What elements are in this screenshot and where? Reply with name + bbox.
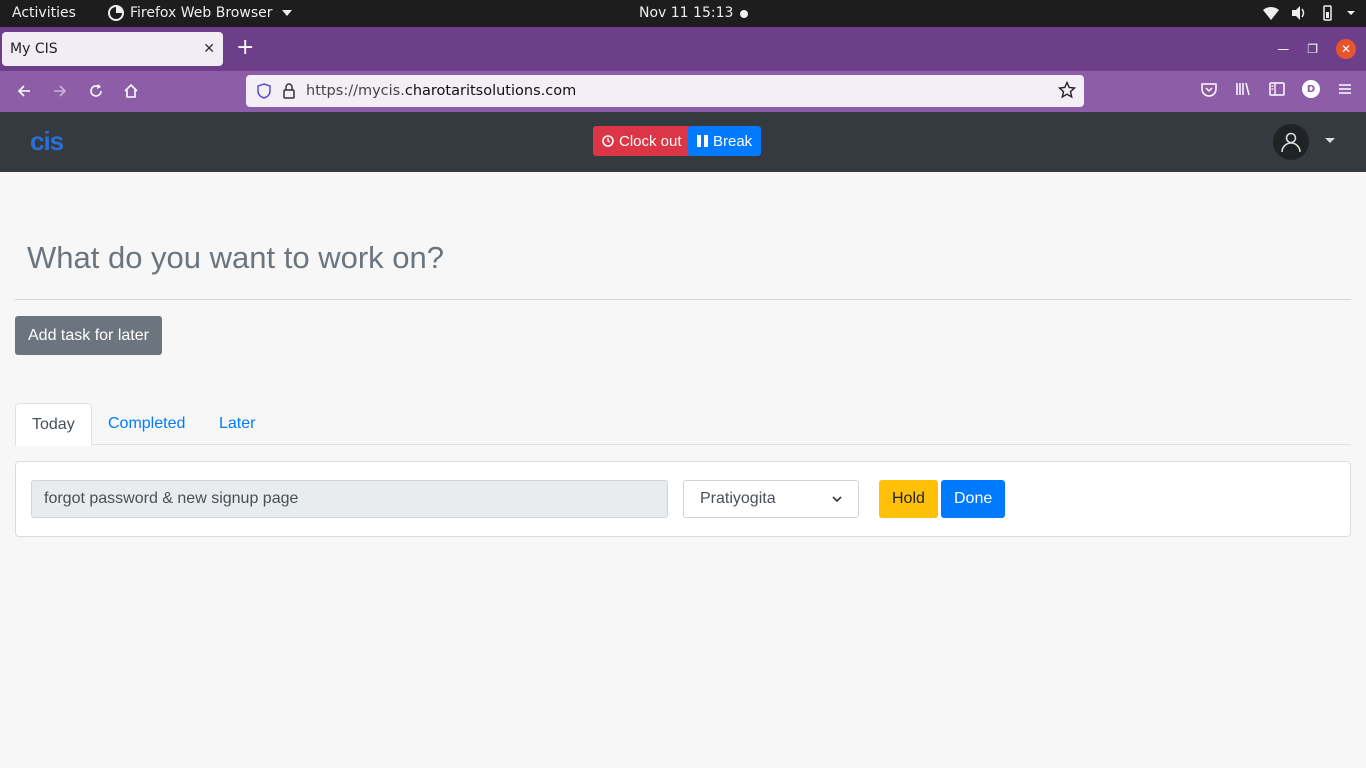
sidebar-icon[interactable] (1268, 80, 1286, 98)
project-select-value: Pratiyogita (700, 490, 776, 507)
done-button[interactable]: Done (941, 480, 1006, 518)
user-avatar[interactable] (1273, 124, 1309, 160)
browser-tab-strip: My CIS ✕ + — ❐ ✕ (0, 27, 1366, 71)
add-task-for-later-button[interactable]: Add task for later (15, 316, 162, 355)
close-tab-icon[interactable]: ✕ (203, 41, 215, 57)
pocket-icon[interactable] (1200, 80, 1218, 98)
minimize-icon[interactable]: — (1277, 42, 1289, 56)
cis-logo[interactable]: cis (30, 126, 64, 157)
maximize-icon[interactable]: ❐ (1307, 42, 1318, 56)
chevron-down-icon (281, 10, 292, 16)
pause-icon (697, 135, 708, 147)
task-description-input[interactable] (31, 480, 668, 518)
lock-icon[interactable] (282, 83, 296, 99)
break-label: Break (713, 132, 753, 150)
toolbar-right: D (1200, 80, 1354, 98)
notification-dot-icon (740, 10, 748, 18)
power-menu-chevron-icon (1347, 11, 1355, 15)
activities-button[interactable]: Activities (12, 5, 76, 21)
tab-today[interactable]: Today (15, 403, 92, 446)
chevron-down-icon (832, 496, 842, 503)
hold-button[interactable]: Hold (879, 480, 938, 518)
hamburger-menu-icon[interactable] (1336, 80, 1354, 98)
task-tabs: Today Completed Later (15, 403, 1351, 446)
url-text: https://mycis.charotaritsolutions.com (306, 83, 576, 99)
back-arrow-icon[interactable] (12, 79, 36, 103)
shield-icon[interactable] (256, 83, 272, 99)
system-clock[interactable]: Nov 11 15:13 (639, 5, 733, 21)
heading-divider (15, 299, 1351, 300)
task-card: Pratiyogita Hold Done (15, 461, 1351, 537)
app-header: cis Clock out Break (0, 112, 1366, 172)
url-prefix: https://mycis. (306, 83, 405, 99)
user-icon (1281, 132, 1301, 153)
system-tray[interactable] (1262, 4, 1356, 22)
browser-tab-title: My CIS (10, 41, 58, 57)
clock-icon (602, 135, 614, 147)
user-menu-chevron-down-icon[interactable] (1325, 138, 1335, 143)
break-button[interactable]: Break (688, 126, 762, 156)
url-host: charotaritsolutions.com (404, 83, 577, 99)
battery-icon (1323, 5, 1332, 21)
firefox-icon (108, 5, 124, 21)
firefox-account-avatar[interactable]: D (1302, 80, 1320, 98)
tab-completed[interactable]: Completed (92, 403, 201, 445)
browser-nav-bar: https://mycis.charotaritsolutions.com D (0, 71, 1366, 112)
home-icon[interactable] (119, 79, 143, 103)
forward-arrow-icon[interactable] (48, 79, 72, 103)
system-top-bar: Activities Firefox Web Browser Nov 11 15… (0, 0, 1366, 27)
page-heading: What do you want to work on? (27, 240, 445, 275)
browser-tab-my-cis[interactable]: My CIS ✕ (2, 32, 223, 66)
tab-later[interactable]: Later (203, 403, 271, 445)
close-window-icon[interactable]: ✕ (1336, 39, 1356, 59)
library-icon[interactable] (1234, 80, 1252, 98)
project-select[interactable]: Pratiyogita (683, 480, 859, 518)
window-controls: — ❐ ✕ (1277, 39, 1356, 59)
reload-icon[interactable] (84, 79, 108, 103)
volume-icon (1292, 6, 1305, 20)
clock-out-button[interactable]: Clock out (593, 126, 691, 156)
bookmark-star-icon[interactable] (1058, 81, 1076, 99)
wifi-icon (1263, 6, 1279, 20)
app-menu[interactable]: Firefox Web Browser (108, 5, 292, 21)
new-tab-button[interactable]: + (236, 37, 254, 59)
clock-out-label: Clock out (619, 132, 682, 150)
url-bar[interactable]: https://mycis.charotaritsolutions.com (246, 75, 1084, 107)
app-menu-label: Firefox Web Browser (130, 5, 273, 21)
